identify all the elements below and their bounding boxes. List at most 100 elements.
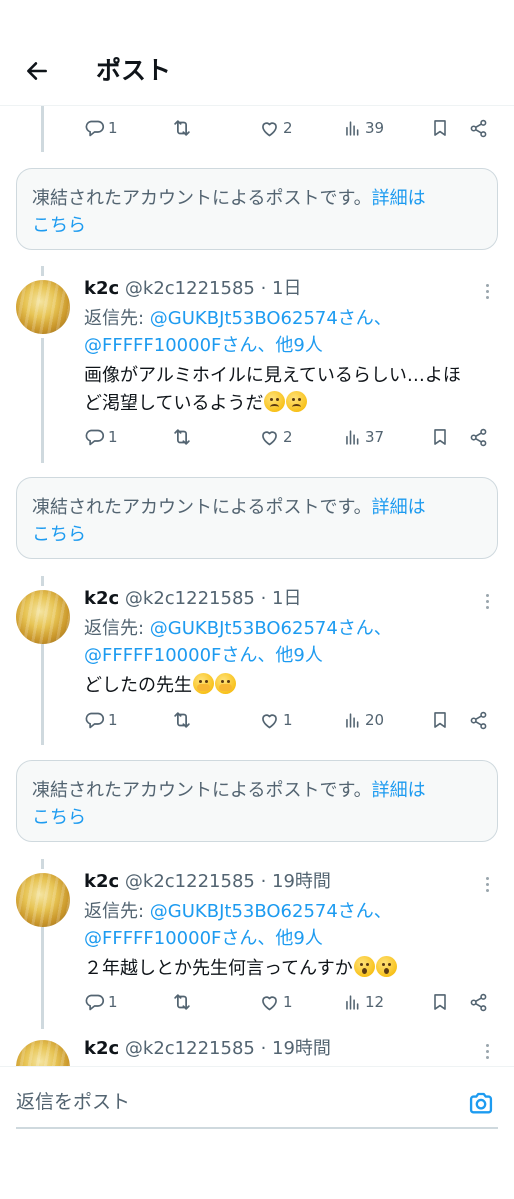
more-options-button[interactable] xyxy=(476,278,498,304)
repost-button[interactable] xyxy=(171,423,193,451)
details-link-part: 詳細は xyxy=(371,497,426,518)
views-icon xyxy=(343,993,362,1012)
reply-button[interactable]: 1 xyxy=(84,988,118,1016)
heart-icon xyxy=(259,118,280,139)
notice-text: 凍結されたアカウントによるポストです。 xyxy=(32,497,372,518)
like-count: 2 xyxy=(283,119,293,137)
views-button[interactable]: 12 xyxy=(343,988,384,1016)
more-dot xyxy=(485,599,489,603)
like-count: 1 xyxy=(283,993,293,1011)
suspended-account-notice: 凍結されたアカウントによるポストです。詳細は こちら xyxy=(16,760,498,842)
bookmark-button[interactable] xyxy=(430,988,450,1016)
input-underline xyxy=(16,1127,498,1129)
repost-button[interactable] xyxy=(171,988,193,1016)
repost-button[interactable] xyxy=(171,706,193,734)
repost-icon xyxy=(171,709,193,731)
details-link-part: こちら xyxy=(32,807,86,828)
bookmark-button[interactable] xyxy=(430,706,450,734)
post-action-bar: 1 2 37 xyxy=(84,423,494,451)
face-with-open-mouth-icon xyxy=(375,956,397,977)
display-name[interactable]: k2c xyxy=(84,588,119,609)
more-options-button[interactable] xyxy=(476,871,498,897)
handle-and-time: @k2c1221585 · 19時間 xyxy=(124,1038,331,1059)
page-title: ポスト xyxy=(96,56,172,85)
camera-icon xyxy=(469,1092,493,1114)
display-name[interactable]: k2c xyxy=(84,1038,119,1059)
share-button[interactable] xyxy=(468,423,489,451)
reply-button[interactable]: 1 xyxy=(84,423,118,451)
more-options-button[interactable] xyxy=(476,1038,498,1064)
bookmark-button[interactable] xyxy=(430,423,450,451)
more-dot xyxy=(485,1055,489,1059)
post-action-bar: 1 1 20 xyxy=(84,706,494,734)
reply-count: 1 xyxy=(108,993,118,1011)
like-button[interactable]: 1 xyxy=(259,706,293,734)
reply-button[interactable]: 1 xyxy=(84,114,118,142)
reply-count: 1 xyxy=(108,119,118,137)
avatar[interactable] xyxy=(16,590,70,644)
view-count: 20 xyxy=(365,711,385,729)
views-icon xyxy=(343,711,362,730)
reply-icon xyxy=(84,710,105,731)
back-button[interactable] xyxy=(20,54,54,88)
avatar[interactable] xyxy=(16,280,70,334)
share-icon xyxy=(468,992,489,1013)
reply-icon xyxy=(84,427,105,448)
bookmark-icon xyxy=(430,427,450,447)
replying-to: 返信先: @GUKBJt53BO62574さん、 @FFFFF10000Fさん、… xyxy=(84,615,484,669)
reply-to-users[interactable]: @FFFFF10000Fさん、他9人 xyxy=(84,928,323,949)
share-icon xyxy=(468,710,489,731)
post-header: k2c @k2c1221585 · 1日 xyxy=(84,276,301,302)
more-dot xyxy=(485,283,489,287)
repost-icon xyxy=(171,117,193,139)
post-text-line: ど渇望しているようだ xyxy=(84,393,264,414)
camera-button[interactable] xyxy=(465,1087,497,1119)
bookmark-button[interactable] xyxy=(430,114,450,142)
heart-icon xyxy=(259,710,280,731)
post-text-line: 画像がアルミホイルに見えているらしい…よほ xyxy=(84,365,461,386)
like-button[interactable]: 2 xyxy=(259,114,293,142)
views-button[interactable]: 39 xyxy=(343,114,384,142)
post-text: 画像がアルミホイルに見えているらしい…よほ ど渇望しているようだ xyxy=(84,362,500,418)
like-button[interactable]: 1 xyxy=(259,988,293,1016)
reply-to-users[interactable]: @GUKBJt53BO62574さん、 xyxy=(150,308,392,329)
views-button[interactable]: 37 xyxy=(343,423,384,451)
views-icon xyxy=(343,119,362,138)
views-icon xyxy=(343,428,362,447)
views-button[interactable]: 20 xyxy=(343,706,384,734)
reply-input[interactable]: 返信をポスト xyxy=(16,1085,436,1119)
share-button[interactable] xyxy=(468,114,489,142)
share-button[interactable] xyxy=(468,988,489,1016)
post-text: どしたの先生 xyxy=(84,672,500,700)
like-count: 1 xyxy=(283,711,293,729)
notice-text: 凍結されたアカウントによるポストです。 xyxy=(32,188,372,209)
avatar[interactable] xyxy=(16,873,70,927)
post-header: k2c @k2c1221585 · 19時間 xyxy=(84,869,331,895)
view-count: 12 xyxy=(365,993,385,1011)
display-name[interactable]: k2c xyxy=(84,278,119,299)
view-count: 39 xyxy=(365,119,385,137)
reply-to-users[interactable]: @FFFFF10000Fさん、他9人 xyxy=(84,645,323,666)
more-options-button[interactable] xyxy=(476,588,498,614)
face-with-open-mouth-icon xyxy=(353,956,375,977)
handle-and-time: @k2c1221585 · 1日 xyxy=(124,278,302,299)
share-button[interactable] xyxy=(468,706,489,734)
display-name[interactable]: k2c xyxy=(84,871,119,892)
avatar[interactable] xyxy=(16,1040,70,1066)
worried-face-icon xyxy=(264,391,286,412)
repost-icon xyxy=(171,991,193,1013)
details-link-part: 詳細は xyxy=(371,780,426,801)
post-action-bar: 1 1 12 xyxy=(84,988,494,1016)
reply-count: 1 xyxy=(108,711,118,729)
reply-to-users[interactable]: @GUKBJt53BO62574さん、 xyxy=(150,618,392,639)
repost-button[interactable] xyxy=(171,114,193,142)
conversation-thread: 1 2 39 凍結されたアカウントによるポストです。詳細は こちら k2c @k2… xyxy=(0,106,514,1066)
reply-to-users[interactable]: @FFFFF10000Fさん、他9人 xyxy=(84,335,323,356)
reply-to-users[interactable]: @GUKBJt53BO62574さん、 xyxy=(150,901,392,922)
more-dot xyxy=(485,888,489,892)
share-icon xyxy=(468,427,489,448)
thread-connector-line xyxy=(41,859,44,869)
like-button[interactable]: 2 xyxy=(259,423,293,451)
reply-button[interactable]: 1 xyxy=(84,706,118,734)
more-dot xyxy=(485,1049,489,1053)
